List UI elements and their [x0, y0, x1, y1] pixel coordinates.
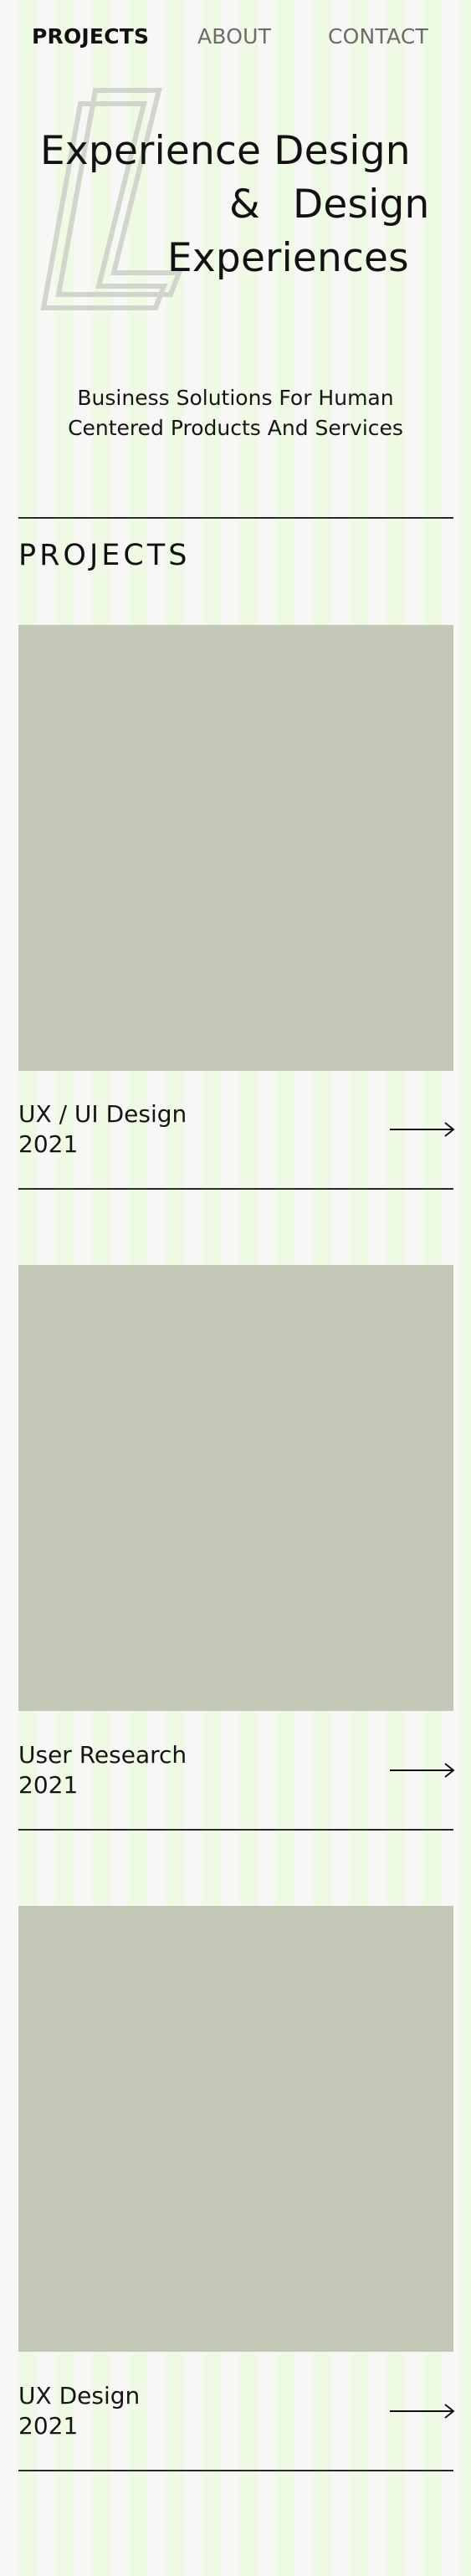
project-year: 2021: [18, 2412, 79, 2440]
arrow-right-icon[interactable]: [390, 1121, 455, 1138]
project-title: UX Design: [18, 2382, 141, 2410]
nav-projects-link[interactable]: PROJECTS: [32, 23, 149, 50]
project-thumbnail[interactable]: [18, 625, 453, 1071]
hero-headline-ampersand: &: [229, 182, 260, 228]
hero-tagline-line2: Centered Products And Services: [68, 416, 403, 440]
project-thumbnail[interactable]: [18, 1906, 453, 2352]
project-thumbnail[interactable]: [18, 1265, 453, 1711]
project-caption: User Research 2021: [18, 1740, 187, 1800]
hero-tagline-line1: Business Solutions For Human: [77, 386, 394, 410]
project-year: 2021: [18, 1130, 79, 1158]
hero-headline-line1: Experience Design: [40, 128, 411, 174]
section-divider: [18, 517, 453, 519]
project-divider: [18, 1188, 453, 1190]
arrow-right-icon[interactable]: [390, 1762, 455, 1779]
project-year: 2021: [18, 1771, 79, 1799]
arrow-right-icon[interactable]: [390, 2403, 455, 2420]
nav-about-link[interactable]: ABOUT: [197, 23, 271, 50]
hero-headline-line3: Experiences: [167, 235, 409, 281]
project-title: User Research: [18, 1741, 187, 1769]
project-divider: [18, 1829, 453, 1831]
project-caption: UX / UI Design 2021: [18, 1099, 187, 1160]
nav-contact-link[interactable]: CONTACT: [328, 23, 428, 50]
hero-headline-line2: Design: [293, 182, 430, 228]
projects-heading: PROJECTS: [18, 539, 191, 572]
project-caption: UX Design 2021: [18, 2381, 140, 2441]
project-divider: [18, 2470, 453, 2471]
project-title: UX / UI Design: [18, 1100, 187, 1128]
